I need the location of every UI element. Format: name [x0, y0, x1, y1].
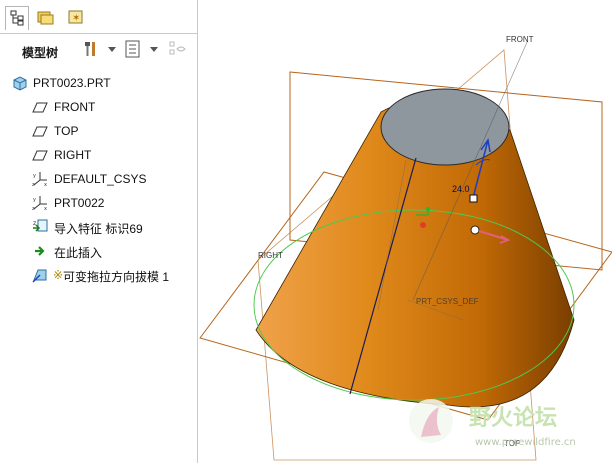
panel-tabs: ✶	[0, 0, 197, 34]
tree-item-insert-here[interactable]: 在此插入	[0, 240, 196, 262]
drag-handle-square[interactable]	[469, 194, 478, 203]
tree-item-label: PRT0022	[54, 196, 105, 210]
graphics-viewport[interactable]: FRONT RIGHT TOP PRT_CSYS_DEF 24.0 野火论坛 w…	[198, 0, 612, 463]
csys-icon: y x z	[32, 196, 47, 211]
svg-text:z: z	[33, 220, 36, 227]
watermark-name: 野火论坛	[469, 405, 557, 431]
tab-favorites[interactable]: ✶	[64, 6, 88, 30]
new-feature-marker: ※	[53, 268, 64, 282]
svg-text:x: x	[44, 206, 47, 211]
tree-item-draft[interactable]: ※ 可变拖拉方向拔模 1	[0, 264, 196, 286]
settings-dropdown-icon[interactable]	[150, 47, 158, 52]
right-plane-label: RIGHT	[258, 251, 283, 260]
show-hide-icon[interactable]	[168, 40, 186, 58]
insert-here-arrow-icon	[35, 246, 45, 256]
tree-item-front[interactable]: FRONT	[0, 96, 196, 118]
csys-icon: y x z	[32, 172, 47, 187]
tree-item-part[interactable]: PRT0023.PRT	[0, 72, 196, 94]
marker-dot-icon	[420, 222, 426, 228]
model-tree-title: 模型树	[22, 46, 59, 60]
import-feature-icon: z	[33, 219, 48, 232]
svg-text:y: y	[33, 197, 36, 203]
part-icon	[13, 76, 27, 91]
tree-item-import-feature[interactable]: z 导入特征 标识69	[0, 216, 196, 238]
svg-text:✶: ✶	[72, 13, 80, 24]
tree-item-label: FRONT	[54, 100, 96, 114]
svg-text:x: x	[44, 182, 47, 187]
tab-folder-browser[interactable]	[34, 6, 58, 30]
csys-label: PRT_CSYS_DEF	[416, 297, 479, 306]
watermark-url: www.proewildfire.cn	[475, 437, 576, 448]
model-tree-toolbar: 模型树	[0, 36, 197, 64]
datum-plane-icon	[32, 126, 48, 137]
draft-feature-icon	[32, 269, 47, 283]
model-3d-view[interactable]: FRONT RIGHT TOP PRT_CSYS_DEF 24.0	[198, 0, 612, 463]
svg-text:y: y	[33, 173, 36, 179]
svg-text:z: z	[32, 206, 35, 211]
drag-handle-point[interactable]	[470, 225, 480, 235]
tools-icon[interactable]	[82, 40, 100, 58]
tree-item-label: 在此插入	[54, 246, 103, 260]
datum-plane-icon	[32, 150, 48, 161]
tools-dropdown-icon[interactable]	[108, 47, 116, 52]
folder-icon	[37, 11, 54, 25]
draft-angle-dimension[interactable]: 24.0	[452, 184, 470, 194]
datum-plane-icon	[32, 102, 48, 113]
tree-item-label: TOP	[54, 124, 79, 138]
tree-item-label: 可变拖拉方向拔模 1	[63, 270, 170, 284]
svg-text:z: z	[32, 182, 35, 187]
tree-item-top[interactable]: TOP	[0, 120, 196, 142]
forum-watermark: 野火论坛 www.proewildfire.cn	[401, 395, 611, 461]
tree-item-label: DEFAULT_CSYS	[54, 172, 147, 186]
tree-item-label: PRT0023.PRT	[33, 76, 111, 90]
tree-item-default-csys[interactable]: y x z DEFAULT_CSYS	[0, 168, 196, 190]
settings-list-icon[interactable]	[124, 40, 142, 58]
front-plane-label: FRONT	[506, 35, 534, 44]
model-tree-tab-icon	[10, 10, 24, 26]
tree-item-label: RIGHT	[54, 148, 92, 162]
tab-model-tree[interactable]	[5, 6, 29, 30]
tree-item-right[interactable]: RIGHT	[0, 144, 196, 166]
model-tree-panel: ✶ 模型树 PRT0023.PRT FRONT TOP RIGHT y x z …	[0, 0, 198, 463]
tree-item-prt0022[interactable]: y x z PRT0022	[0, 192, 196, 214]
tree-item-label: 导入特征 标识69	[54, 222, 143, 236]
favorites-icon: ✶	[68, 10, 83, 24]
